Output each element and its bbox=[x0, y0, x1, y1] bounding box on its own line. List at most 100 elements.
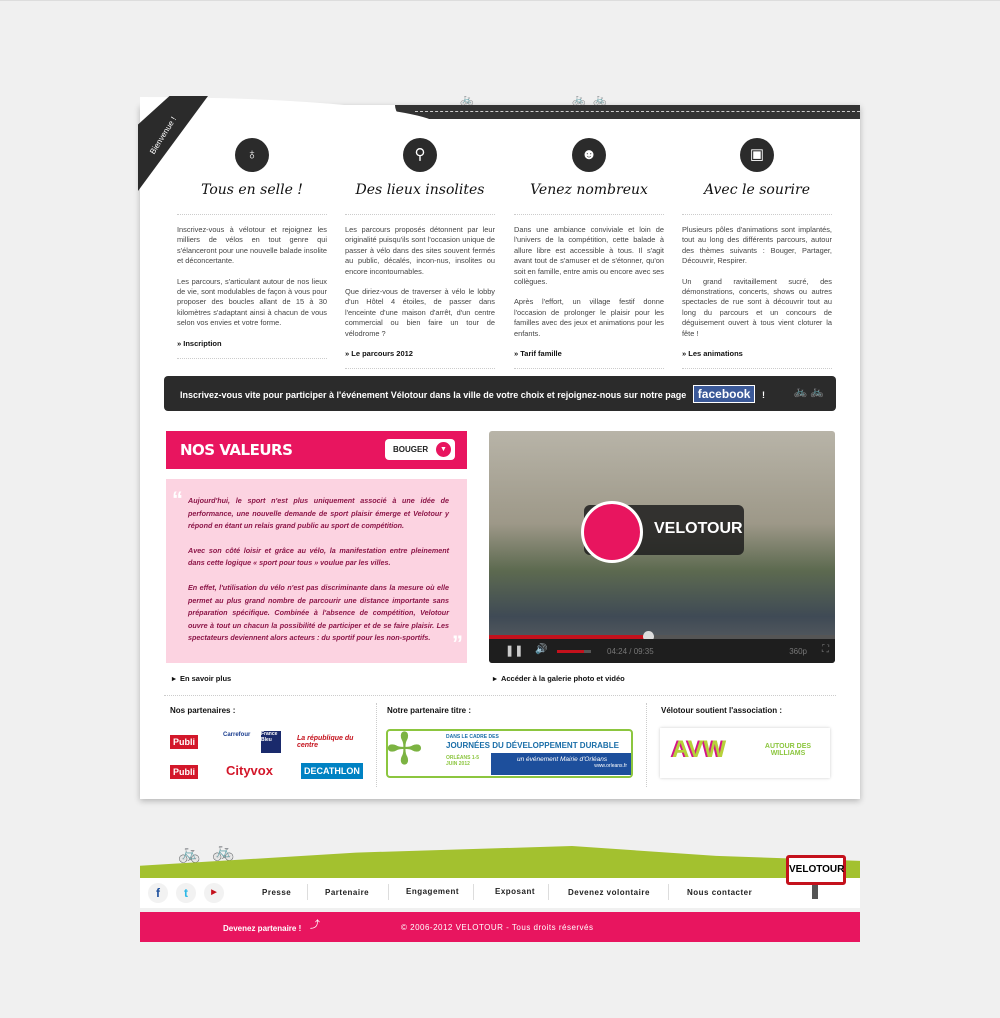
feature-paragraph: Après l'effort, un village festif donne … bbox=[514, 297, 664, 338]
fullscreen-icon[interactable]: ⛶ bbox=[822, 644, 829, 655]
link-label: En savoir plus bbox=[179, 674, 232, 683]
partner-logo-france-bleu[interactable]: France Bleu bbox=[261, 731, 281, 753]
divider bbox=[646, 703, 647, 787]
pause-icon[interactable]: ❚❚ bbox=[505, 644, 523, 657]
partner-logo-publi[interactable]: Publi bbox=[170, 735, 198, 749]
sign-text: VELOTOUR bbox=[789, 864, 845, 875]
banner-line: ORLÉANS 1-5 JUIN 2012 bbox=[446, 755, 480, 767]
nav-partenaire[interactable]: Partenaire bbox=[325, 888, 369, 897]
footer-nav: f t ▶ Presse Partenaire Engagement Expos… bbox=[140, 878, 860, 908]
divider bbox=[177, 214, 327, 215]
divider bbox=[514, 368, 664, 370]
feature-link[interactable]: » Le parcours 2012 bbox=[345, 349, 495, 358]
association-logo[interactable]: AVW AUTOUR DES WILLIAMS bbox=[660, 728, 830, 778]
facebook-banner: Inscrivez-vous vite pour participer à l'… bbox=[164, 376, 836, 411]
assoc-logo-text: AUTOUR DES WILLIAMS bbox=[764, 743, 812, 757]
video-logo-text: VELOTOUR bbox=[654, 520, 743, 537]
facebook-link[interactable]: facebook bbox=[692, 385, 756, 403]
bicycle-icon: 🚲 🚲 bbox=[793, 386, 824, 398]
volume-fill bbox=[557, 650, 585, 653]
valeurs-header: NOS VALEURS BOUGER ▼ bbox=[166, 431, 467, 469]
divider bbox=[376, 703, 377, 787]
feature-column: ⚲ Des lieux insolites Les parcours propo… bbox=[345, 138, 495, 370]
en-savoir-plus-link[interactable]: ▸ En savoir plus bbox=[172, 674, 231, 683]
partner-logo-publi[interactable]: Publi bbox=[170, 765, 198, 779]
quote-paragraph: En effet, l'utilisation du vélo n'est pa… bbox=[188, 582, 449, 643]
partner-logo-republique[interactable]: La république du centre bbox=[297, 735, 359, 749]
divider bbox=[668, 884, 669, 900]
video-controls: ❚❚ 🔊 04:24 / 09:35 360p ⛶ bbox=[489, 639, 835, 663]
green-hills bbox=[140, 846, 860, 879]
feature-paragraph: Que diriez-vous de traverser à vélo le l… bbox=[345, 287, 495, 338]
road-decoration bbox=[395, 105, 860, 119]
divider bbox=[548, 884, 549, 900]
association-heading: Vélotour soutient l'association : bbox=[661, 706, 783, 715]
banner-line: JOURNÉES DU DÉVELOPPEMENT DURABLE bbox=[446, 741, 619, 750]
bicycle-icon: 🚲 bbox=[593, 94, 607, 106]
feature-title: Des lieux insolites bbox=[355, 182, 485, 198]
nav-exposant[interactable]: Exposant bbox=[495, 887, 535, 896]
partners-title: Nos partenaires : bbox=[170, 706, 236, 715]
pinwheel-icon: ✢ bbox=[386, 725, 423, 774]
shop-icon: ▣ bbox=[740, 138, 774, 172]
video-player[interactable]: VELOTOUR ❚❚ 🔊 04:24 / 09:35 360p ⛶ bbox=[489, 431, 835, 663]
bicycle-icon: 🚲 bbox=[460, 94, 474, 106]
link-label: Accéder à la galerie photo et vidéo bbox=[500, 674, 625, 683]
nav-presse[interactable]: Presse bbox=[262, 888, 291, 897]
curved-arrow-icon: ⤴ bbox=[310, 920, 320, 931]
volume-icon[interactable]: 🔊 bbox=[535, 644, 547, 655]
quote-close-icon: ” bbox=[452, 631, 463, 656]
banner-line: www.orleans.fr bbox=[594, 763, 627, 769]
become-partner-link[interactable]: Devenez partenaire ! bbox=[223, 924, 301, 933]
nav-engagement[interactable]: Engagement bbox=[406, 887, 459, 896]
copyright: © 2006-2012 VELOTOUR - Tous droits réser… bbox=[401, 923, 594, 932]
feature-column: ▣ Avec le sourire Plusieurs pôles d'anim… bbox=[682, 138, 832, 370]
feature-link[interactable]: » Tarif famille bbox=[514, 349, 664, 358]
title-partner-banner[interactable]: ✢ DANS LE CADRE DES JOURNÉES DU DÉVELOPP… bbox=[386, 725, 633, 778]
feature-paragraph: Les parcours proposés détonnent par leur… bbox=[345, 225, 495, 276]
feature-link[interactable]: » Les animations bbox=[682, 349, 832, 358]
quality-button[interactable]: 360p bbox=[789, 647, 807, 656]
group-icon: ☻ bbox=[572, 138, 606, 172]
feature-paragraph: Dans une ambiance conviviale et loin de … bbox=[514, 225, 664, 287]
assoc-logo-mark: AVW bbox=[672, 736, 727, 763]
volume-slider[interactable] bbox=[557, 650, 591, 653]
partner-logo-decathlon[interactable]: DECATHLON bbox=[301, 763, 363, 779]
feature-paragraph: Inscrivez-vous à vélotour et rejoignez l… bbox=[177, 225, 327, 266]
sign-post bbox=[812, 885, 818, 899]
smile-logo-icon bbox=[581, 501, 643, 563]
feature-paragraph: Les parcours, s'articulant autour de nos… bbox=[177, 276, 327, 328]
banner-line: un événement Mairie d'Orléans bbox=[517, 756, 608, 763]
nav-devenez-volontaire[interactable]: Devenez volontaire bbox=[568, 888, 650, 897]
quote-paragraph: Aujourd'hui, le sport n'est plus uniquem… bbox=[188, 496, 449, 531]
divider bbox=[388, 884, 389, 900]
nav-nous-contacter[interactable]: Nous contacter bbox=[687, 888, 752, 897]
facebook-icon[interactable]: f bbox=[148, 883, 168, 903]
valeurs-quote: “ Aujourd'hui, le sport n'est plus uniqu… bbox=[166, 479, 467, 663]
velotour-sign-logo[interactable]: VELOTOUR bbox=[786, 855, 846, 885]
twitter-icon[interactable]: t bbox=[176, 883, 196, 903]
feature-title: Venez nombreux bbox=[530, 182, 648, 198]
youtube-icon[interactable]: ▶ bbox=[204, 883, 224, 903]
feature-link[interactable]: » Inscription bbox=[177, 339, 327, 348]
chevron-down-icon: ▼ bbox=[436, 442, 451, 457]
quote-paragraph: Avec son côté loisir et grâce au vélo, l… bbox=[188, 545, 449, 568]
banner-line: DANS LE CADRE DES bbox=[446, 734, 499, 740]
divider bbox=[514, 214, 664, 215]
divider bbox=[473, 884, 474, 900]
partner-logo-cityvox[interactable]: Cityvox bbox=[226, 763, 273, 778]
feature-title: Avec le sourire bbox=[703, 182, 811, 198]
bicycle-icon: ♁ bbox=[235, 138, 269, 172]
valeurs-select[interactable]: BOUGER ▼ bbox=[385, 439, 455, 460]
partner-logo-carrefour[interactable]: Carrefour bbox=[223, 732, 250, 738]
bicycle-icon: 🚲 bbox=[572, 94, 586, 106]
video-time: 04:24 / 09:35 bbox=[607, 647, 654, 656]
divider bbox=[682, 214, 832, 215]
partners-divider bbox=[164, 695, 836, 696]
feature-title: Tous en selle ! bbox=[201, 182, 303, 198]
feature-paragraph: Plusieurs pôles d'animations sont implan… bbox=[682, 225, 832, 266]
banner-text: Inscrivez-vous vite pour participer à l'… bbox=[180, 390, 687, 400]
gallery-link[interactable]: ▸ Accéder à la galerie photo et vidéo bbox=[493, 674, 625, 683]
divider bbox=[307, 884, 308, 900]
title-partner-heading: Notre partenaire titre : bbox=[387, 706, 472, 715]
